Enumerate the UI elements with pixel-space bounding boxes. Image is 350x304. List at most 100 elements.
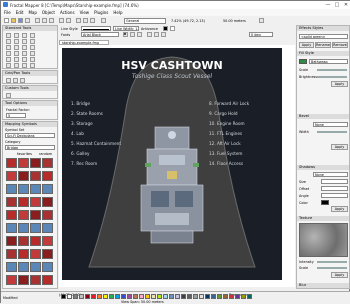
- palette-swatch[interactable]: [187, 294, 192, 299]
- stamp-tool-icon[interactable]: [14, 63, 19, 68]
- snap-icon[interactable]: [20, 78, 25, 83]
- menu-file[interactable]: File: [4, 10, 11, 15]
- apply-texture-button[interactable]: Apply: [331, 272, 348, 278]
- symbol-tile[interactable]: [6, 184, 17, 194]
- symbol-tile[interactable]: [6, 249, 17, 259]
- palette-swatch[interactable]: [67, 294, 72, 299]
- select-tool-icon[interactable]: [6, 33, 11, 38]
- palette-swatch[interactable]: [103, 294, 108, 299]
- favorites-tab[interactable]: favorites: [17, 152, 32, 156]
- zoom-fit-icon[interactable]: [90, 18, 95, 23]
- symbol-tile[interactable]: [6, 197, 17, 207]
- maximize-icon[interactable]: □: [333, 2, 341, 8]
- polygon-tool-icon[interactable]: [6, 39, 11, 44]
- palette-swatch[interactable]: [211, 294, 216, 299]
- menu-plugins[interactable]: Plugins: [94, 10, 108, 15]
- palette-swatch[interactable]: [115, 294, 120, 299]
- zoom-out-icon[interactable]: [83, 18, 88, 23]
- palette-swatch[interactable]: [223, 294, 228, 299]
- random-tab[interactable]: random: [39, 152, 52, 156]
- palette-swatch[interactable]: [175, 294, 180, 299]
- text-tool-icon[interactable]: [14, 33, 19, 38]
- italic-icon[interactable]: [130, 32, 135, 37]
- palette-swatch[interactable]: [205, 294, 210, 299]
- layer-icon[interactable]: [101, 18, 106, 23]
- symbol-tile[interactable]: [18, 262, 29, 272]
- symbol-tile[interactable]: [30, 249, 41, 259]
- symbol-tile[interactable]: [42, 210, 53, 220]
- bevel-width-slider[interactable]: [317, 131, 347, 133]
- symbol-tile[interactable]: [6, 171, 17, 181]
- path-tool-icon[interactable]: [14, 45, 19, 50]
- symbol-tile[interactable]: [42, 223, 53, 233]
- symbol-tile[interactable]: [30, 197, 41, 207]
- apply-fill-button[interactable]: Apply: [331, 81, 348, 87]
- palette-swatch[interactable]: [241, 294, 246, 299]
- palette-swatch[interactable]: [139, 294, 144, 299]
- palette-swatch[interactable]: [145, 294, 150, 299]
- fill-tool-icon[interactable]: [22, 57, 27, 62]
- rect-tool-icon[interactable]: [14, 39, 19, 44]
- palette-swatch[interactable]: [91, 294, 96, 299]
- category-select[interactable]: Bridge: [5, 145, 55, 150]
- fill-swatch[interactable]: [299, 59, 307, 64]
- symbol-tile[interactable]: [42, 262, 53, 272]
- line-style-select[interactable]: [81, 26, 111, 31]
- palette-swatch[interactable]: [73, 294, 78, 299]
- symbol-tile[interactable]: [30, 184, 41, 194]
- symbol-tile[interactable]: [42, 197, 53, 207]
- shadow-angle-field[interactable]: [321, 193, 348, 198]
- symbol-tile[interactable]: [42, 249, 53, 259]
- layer-select[interactable]: General: [124, 18, 166, 24]
- symbol-tile[interactable]: [30, 158, 41, 168]
- redo-icon[interactable]: [66, 18, 71, 23]
- save-icon[interactable]: [18, 18, 23, 23]
- palette-swatch[interactable]: [61, 294, 66, 299]
- palette-swatch[interactable]: [133, 294, 138, 299]
- align-left-icon[interactable]: [147, 32, 152, 37]
- symbol-tile[interactable]: [42, 236, 53, 246]
- shadow-size-field[interactable]: [321, 179, 348, 184]
- shadow-color-swatch[interactable]: [321, 200, 329, 205]
- symbol-tile[interactable]: [18, 249, 29, 259]
- erase-tool-icon[interactable]: [30, 57, 35, 62]
- palette-swatch[interactable]: [163, 294, 168, 299]
- scale-slider[interactable]: [317, 69, 347, 71]
- palette-swatch[interactable]: [217, 294, 222, 299]
- menu-edit[interactable]: Edit: [16, 10, 24, 15]
- symbol-tile[interactable]: [18, 223, 29, 233]
- custom-tool-icon[interactable]: [6, 93, 11, 98]
- minimize-icon[interactable]: —: [324, 2, 332, 8]
- symbol-tile[interactable]: [6, 210, 17, 220]
- palette-swatch[interactable]: [109, 294, 114, 299]
- palette-swatch[interactable]: [247, 294, 252, 299]
- move-tool-icon[interactable]: [22, 45, 27, 50]
- fill-color-icon[interactable]: [170, 26, 175, 31]
- group-tool-icon[interactable]: [22, 51, 27, 56]
- menu-map[interactable]: Map: [28, 10, 36, 15]
- line-color-icon[interactable]: [163, 26, 168, 31]
- symbol-tile[interactable]: [18, 158, 29, 168]
- cut-icon[interactable]: [35, 18, 40, 23]
- wall-tool-icon[interactable]: [30, 63, 35, 68]
- symbol-tile[interactable]: [30, 236, 41, 246]
- symbol-tile[interactable]: [18, 236, 29, 246]
- angle-field[interactable]: 0 deg: [249, 32, 273, 37]
- dropper-tool-icon[interactable]: [14, 57, 19, 62]
- copy-icon[interactable]: [42, 18, 47, 23]
- align-right-icon[interactable]: [161, 32, 166, 37]
- menu-view[interactable]: View: [80, 10, 90, 15]
- symbol-tile[interactable]: [18, 184, 29, 194]
- zoom-in-icon[interactable]: [76, 18, 81, 23]
- symbol-tile[interactable]: [30, 210, 41, 220]
- palette-swatch[interactable]: [229, 294, 234, 299]
- palette-swatch[interactable]: [121, 294, 126, 299]
- fill-type-select[interactable]: Bathwasp: [309, 59, 348, 64]
- palette-swatch[interactable]: [199, 294, 204, 299]
- menu-help[interactable]: Help: [113, 10, 122, 15]
- fractal-factor-field[interactable]: 5: [6, 113, 26, 118]
- symbol-tile[interactable]: [6, 262, 17, 272]
- shadow-style-select[interactable]: None: [313, 172, 348, 177]
- symbol-tile[interactable]: [18, 197, 29, 207]
- help-icon[interactable]: [259, 18, 264, 23]
